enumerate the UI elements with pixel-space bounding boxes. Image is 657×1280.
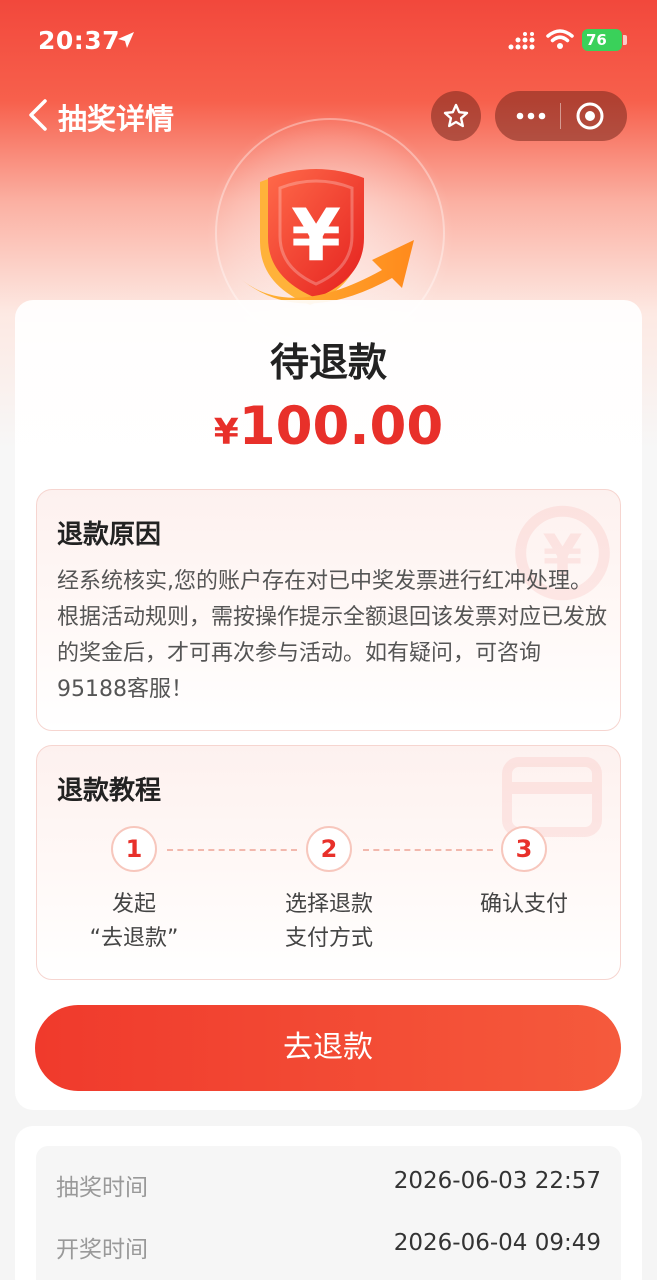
step-label: 发起 “去退款” [59,888,209,956]
refund-reason-card: ¥ 退款原因 经系统核实,您的账户存在对已中奖发票进行红冲处理。根据活动规则，需… [36,489,621,731]
step-label-line: 确认支付 [479,892,568,917]
refund-shield-icon: ¥ [242,169,414,305]
refund-status: 待退款 [269,341,387,386]
currency-symbol: ¥ [213,412,239,453]
amount-value: 100.00 [238,396,444,457]
status-bar: 20:37 76 [0,0,657,80]
status-time: 20:37 [38,26,121,55]
target-icon[interactable] [575,101,605,131]
capsule-divider [560,103,561,129]
step-item: 3 确认支付 [449,826,599,922]
refund-tutorial-card: 退款教程 1 发起 “去退款” 2 选择退款 支付方式 3 确认支付 [36,745,621,980]
reason-title: 退款原因 [57,514,178,551]
step-number: 3 [501,826,547,872]
reason-text: 经系统核实,您的账户存在对已中奖发票进行红冲处理。根据活动规则，需按操作提示全额… [57,569,608,702]
info-value: 2026-06-03 22:57 [393,1168,601,1194]
svg-text:¥: ¥ [291,193,341,277]
step-number: 1 [111,826,157,872]
star-icon [443,103,469,128]
tutorial-steps: 1 发起 “去退款” 2 选择退款 支付方式 3 确认支付 [37,826,620,976]
battery-level: 76 [586,31,607,49]
lottery-info-list: 抽奖时间 2026-06-03 22:57 开奖时间 2026-06-04 09… [36,1146,621,1280]
step-label: 确认支付 [449,888,599,922]
step-label-line: 发起 [111,892,156,917]
more-icon[interactable] [513,101,549,131]
info-value: 2026-06-04 09:49 [393,1230,601,1256]
step-label-line: “去退款” [89,926,179,951]
step-label-line: 选择退款 [284,892,373,917]
favorite-button[interactable] [431,91,481,141]
info-label: 抽奖时间 [56,1175,148,1201]
step-label-line: 支付方式 [284,926,373,951]
location-arrow-icon [118,32,134,48]
step-item: 2 选择退款 支付方式 [254,826,404,956]
refund-amount: ¥100.00 [15,396,642,457]
step-item: 1 发起 “去退款” [59,826,209,956]
step-label: 选择退款 支付方式 [254,888,404,956]
tutorial-title: 退款教程 [57,770,178,807]
refund-button[interactable]: 去退款 [35,1005,621,1091]
mini-program-capsule [495,91,627,141]
step-number: 2 [306,826,352,872]
info-label: 开奖时间 [56,1237,148,1263]
signal-icon [508,32,535,50]
battery-indicator: 76 [582,29,622,51]
refund-card: 待退款 ¥100.00 ¥ 退款原因 经系统核实,您的账户存在对已中奖发票进行红… [15,300,642,1110]
wifi-icon [546,29,574,49]
page-title: 抽奖详情 [58,102,175,136]
battery-tip [623,35,627,45]
back-icon[interactable] [26,97,50,133]
lottery-info-card: 抽奖时间 2026-06-03 22:57 开奖时间 2026-06-04 09… [15,1126,642,1280]
